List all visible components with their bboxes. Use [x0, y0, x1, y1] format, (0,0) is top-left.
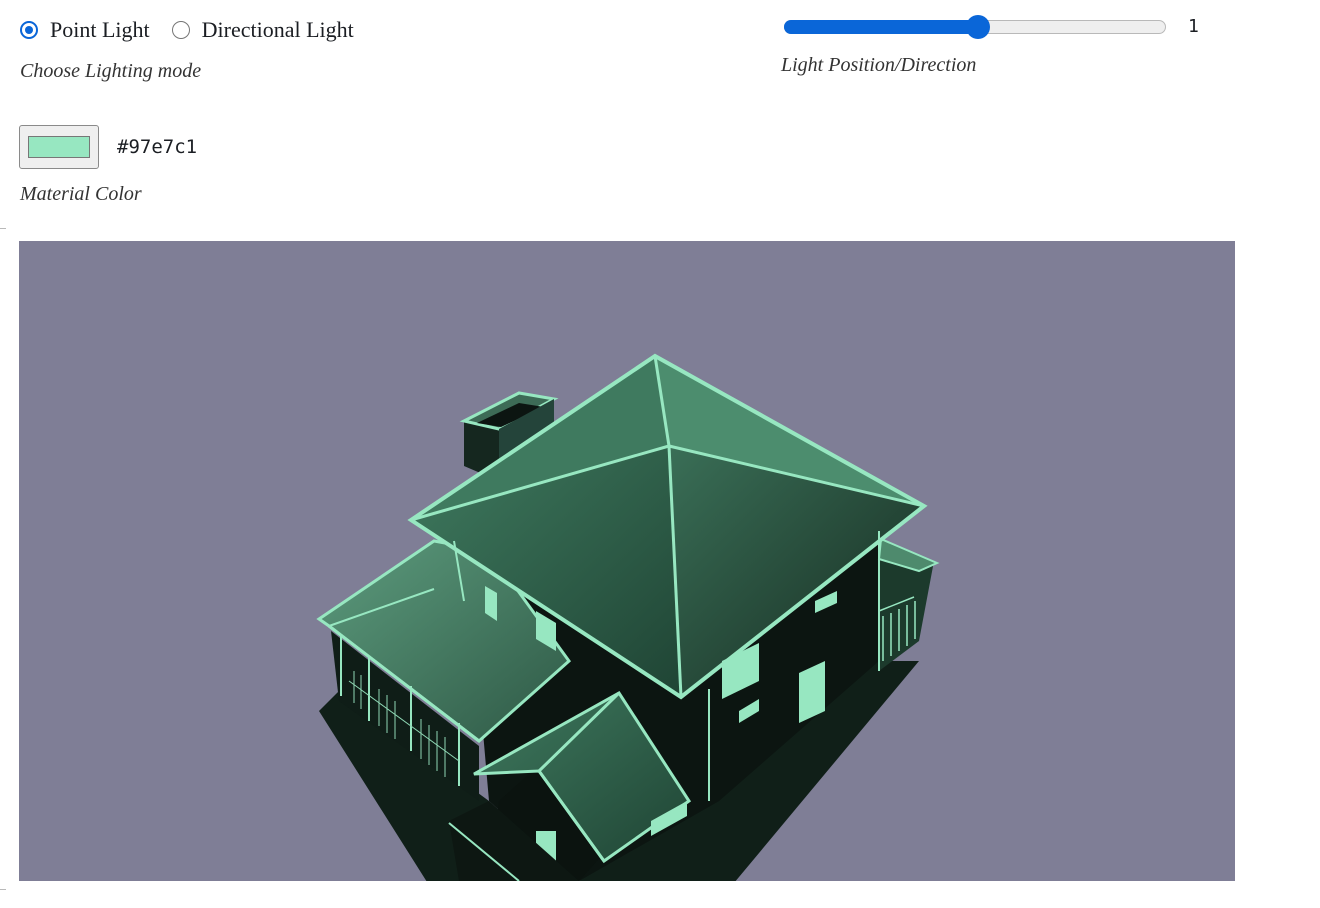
- material-color-picker[interactable]: [19, 125, 99, 169]
- render-viewport[interactable]: [19, 241, 1235, 881]
- point-light-radio[interactable]: [20, 21, 38, 39]
- divider-tick: [0, 889, 6, 890]
- lighting-mode-caption: Choose Lighting mode: [20, 60, 202, 82]
- house-model: [19, 241, 1235, 881]
- slider-thumb[interactable]: [966, 15, 990, 39]
- directional-light-label[interactable]: Directional Light: [202, 17, 354, 43]
- light-position-slider[interactable]: [784, 15, 1166, 39]
- light-position-value: 1: [1188, 16, 1199, 37]
- divider-tick: [0, 228, 6, 229]
- material-color-hex: #97e7c1: [117, 136, 198, 158]
- lighting-mode-group: Point Light Directional Light: [20, 16, 376, 44]
- light-position-caption: Light Position/Direction: [781, 54, 977, 76]
- point-light-label[interactable]: Point Light: [50, 17, 150, 43]
- slider-fill: [784, 20, 977, 34]
- material-color-swatch: [28, 136, 90, 158]
- directional-light-radio[interactable]: [171, 21, 190, 39]
- material-color-caption: Material Color: [20, 183, 142, 205]
